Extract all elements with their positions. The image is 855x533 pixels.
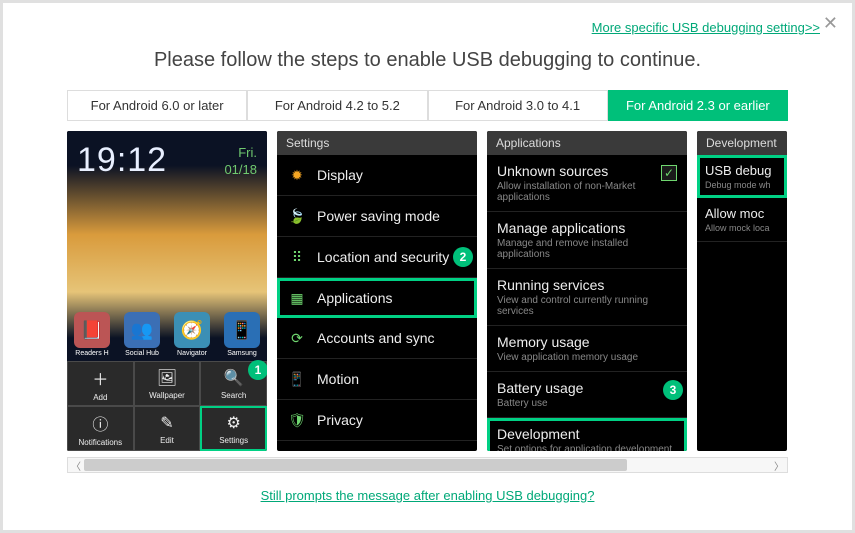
dock-row: 📕Readers H 👥Social Hub 🧭Navigator 📱Samsu…: [67, 312, 267, 357]
privacy-icon: 🛡: [287, 410, 307, 430]
date-widget: Fri. 01/18: [224, 145, 257, 179]
display-icon: ✹: [287, 165, 307, 185]
top-link-row: More specific USB debugging setting>>: [3, 3, 852, 41]
development-header: Development: [697, 131, 787, 155]
more-settings-link[interactable]: More specific USB debugging setting>>: [592, 20, 820, 35]
scrollbar-thumb[interactable]: [84, 459, 627, 471]
scroll-right-arrow-icon[interactable]: 〉: [771, 458, 787, 472]
horizontal-scrollbar[interactable]: 〈 〉: [67, 457, 788, 473]
info-icon: ⓘ: [92, 411, 108, 435]
step-badge-1: 1: [248, 360, 267, 380]
homescreen-menu-grid: ＋Add 🖼Wallpaper 🔍Search 1 ⓘNotifications…: [67, 361, 267, 451]
panel-development-list: Development USB debugDebug mode wh Allow…: [697, 131, 787, 451]
dev-row-allow-mock: Allow mocAllow mock loca: [697, 198, 787, 242]
settings-row-display: ✹Display: [277, 155, 477, 196]
android-version-tabs: For Android 6.0 or later For Android 4.2…: [67, 90, 788, 121]
dock-icon: 📕Readers H: [72, 312, 112, 357]
scroll-left-arrow-icon[interactable]: 〈: [68, 458, 84, 472]
grid-edit: ✎Edit: [134, 406, 201, 451]
close-icon[interactable]: ✕: [823, 13, 838, 34]
dock-icon: 🧭Navigator: [172, 312, 212, 357]
panel-settings-list: Settings ✹Display 🍃Power saving mode ⠿Lo…: [277, 131, 477, 451]
checkbox-checked-icon: ✓: [661, 165, 677, 181]
settings-header: Settings: [277, 131, 477, 155]
app-row-memory: Memory usageView application memory usag…: [487, 326, 687, 372]
settings-row-power: 🍃Power saving mode: [277, 196, 477, 237]
pencil-icon: ✎: [160, 413, 173, 433]
step-badge-2: 2: [453, 247, 473, 267]
tab-android-30-41[interactable]: For Android 3.0 to 4.1: [428, 90, 608, 121]
app-row-manage: Manage applicationsManage and remove ins…: [487, 212, 687, 269]
settings-row-motion: 📱Motion: [277, 359, 477, 400]
instruction-panels: 19:12 Fri. 01/18 📕Readers H 👥Social Hub …: [67, 127, 788, 455]
sync-icon: ⟳: [287, 328, 307, 348]
settings-row-applications: ▦Applications: [277, 278, 477, 318]
image-icon: 🖼: [157, 368, 177, 388]
leaf-icon: 🍃: [287, 206, 307, 226]
bottom-link-row: Still prompts the message after enabling…: [3, 473, 852, 519]
apps-icon: ▦: [287, 288, 307, 308]
grid-add: ＋Add: [67, 361, 134, 406]
homescreen-wallpaper: 19:12 Fri. 01/18 📕Readers H 👥Social Hub …: [67, 131, 267, 361]
app-row-running: Running servicesView and control current…: [487, 269, 687, 326]
step-badge-3: 3: [663, 380, 683, 400]
dock-icon: 👥Social Hub: [122, 312, 162, 357]
grid-wallpaper: 🖼Wallpaper: [134, 361, 201, 406]
app-row-unknown-sources: Unknown sourcesAllow installation of non…: [487, 155, 687, 212]
dock-icon: 📱Samsung: [222, 312, 262, 357]
tab-android-42-52[interactable]: For Android 4.2 to 5.2: [247, 90, 427, 121]
settings-row-location: ⠿Location and security 2: [277, 237, 477, 278]
app-row-battery: Battery usageBattery use 3: [487, 372, 687, 418]
settings-row-privacy: 🛡Privacy: [277, 400, 477, 441]
still-prompts-link[interactable]: Still prompts the message after enabling…: [261, 488, 595, 503]
clock-widget: 19:12: [77, 141, 167, 180]
usb-debug-dialog: ✕ More specific USB debugging setting>> …: [0, 0, 855, 533]
settings-row-accounts: ⟳Accounts and sync: [277, 318, 477, 359]
date-label: 01/18: [224, 162, 257, 179]
plus-icon: ＋: [92, 366, 108, 390]
app-row-development: DevelopmentSet options for application d…: [487, 418, 687, 451]
search-icon: 🔍: [224, 368, 244, 388]
panel-applications-list: Applications Unknown sourcesAllow instal…: [487, 131, 687, 451]
panel-home-screen: 19:12 Fri. 01/18 📕Readers H 👥Social Hub …: [67, 131, 267, 451]
grid-search: 🔍Search 1: [200, 361, 267, 406]
gear-icon: ⚙: [226, 413, 240, 433]
location-icon: ⠿: [287, 247, 307, 267]
tab-android-23-earlier[interactable]: For Android 2.3 or earlier: [608, 90, 788, 121]
tab-android-6[interactable]: For Android 6.0 or later: [67, 90, 247, 121]
dialog-title: Please follow the steps to enable USB de…: [3, 41, 852, 90]
grid-notifications: ⓘNotifications: [67, 406, 134, 451]
day-label: Fri.: [224, 145, 257, 162]
scrollbar-track[interactable]: [84, 458, 771, 472]
motion-icon: 📱: [287, 369, 307, 389]
applications-header: Applications: [487, 131, 687, 155]
grid-settings: ⚙Settings: [200, 406, 267, 451]
dev-row-usb-debug: USB debugDebug mode wh: [697, 155, 787, 198]
